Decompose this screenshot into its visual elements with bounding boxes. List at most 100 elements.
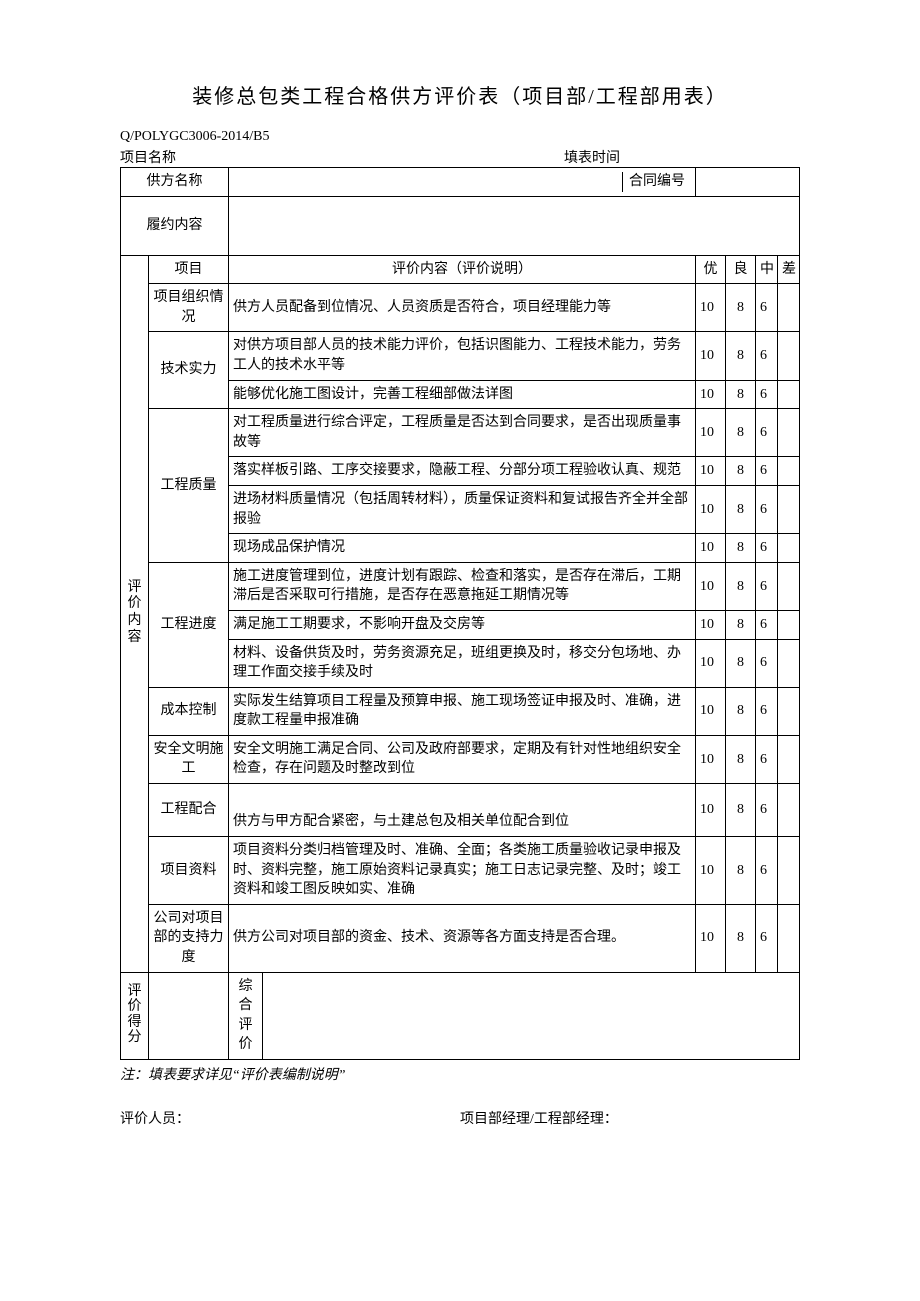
score-a[interactable]: 10 — [696, 687, 726, 735]
comprehensive-value[interactable] — [263, 972, 800, 1059]
score-d[interactable] — [778, 457, 800, 486]
col-good: 良 — [726, 255, 756, 284]
score-a[interactable]: 10 — [696, 784, 726, 837]
score-b[interactable]: 8 — [726, 837, 756, 905]
score-c[interactable]: 6 — [756, 735, 778, 783]
table-row: 公司对项目部的支持力度 供方公司对项目部的资金、技术、资源等各方面支持是否合理。… — [121, 904, 800, 972]
item-cell: 工程进度 — [149, 562, 229, 687]
score-a[interactable]: 10 — [696, 332, 726, 380]
performance-value[interactable] — [229, 196, 800, 255]
score-b[interactable]: 8 — [726, 784, 756, 837]
score-d[interactable] — [778, 380, 800, 409]
item-cell: 工程质量 — [149, 409, 229, 563]
score-b[interactable]: 8 — [726, 562, 756, 610]
score-d[interactable] — [778, 284, 800, 332]
score-b[interactable]: 8 — [726, 485, 756, 533]
score-b[interactable]: 8 — [726, 735, 756, 783]
score-d[interactable] — [778, 687, 800, 735]
meta-row: 项目名称 填表时间 — [120, 147, 800, 167]
score-a[interactable]: 10 — [696, 562, 726, 610]
score-b[interactable]: 8 — [726, 639, 756, 687]
score-c[interactable]: 6 — [756, 562, 778, 610]
col-content: 评价内容（评价说明） — [229, 255, 696, 284]
item-cell: 成本控制 — [149, 687, 229, 735]
score-value[interactable] — [149, 972, 229, 1059]
content-cell: 安全文明施工满足合同、公司及政府部要求，定期及有针对性地组织安全检查，存在问题及… — [229, 735, 696, 783]
score-d[interactable] — [778, 784, 800, 837]
score-a[interactable]: 10 — [696, 837, 726, 905]
score-b[interactable]: 8 — [726, 284, 756, 332]
score-a[interactable]: 10 — [696, 904, 726, 972]
table-row: 工程配合 供方与甲方配合紧密，与土建总包及相关单位配合到位 10 8 6 — [121, 784, 800, 837]
score-c[interactable]: 6 — [756, 485, 778, 533]
score-a[interactable]: 10 — [696, 380, 726, 409]
score-b[interactable]: 8 — [726, 687, 756, 735]
score-d[interactable] — [778, 534, 800, 563]
column-header-row: 评价内容 项目 评价内容（评价说明） 优 良 中 差 — [121, 255, 800, 284]
col-mid: 中 — [756, 255, 778, 284]
content-cell: 供方与甲方配合紧密，与土建总包及相关单位配合到位 — [229, 784, 696, 837]
item-cell: 技术实力 — [149, 332, 229, 409]
score-a[interactable]: 10 — [696, 639, 726, 687]
fill-time-label: 填表时间 — [564, 147, 620, 167]
score-b[interactable]: 8 — [726, 380, 756, 409]
score-d[interactable] — [778, 485, 800, 533]
score-c[interactable]: 6 — [756, 610, 778, 639]
table-row: 技术实力 对供方项目部人员的技术能力评价，包括识图能力、工程技术能力，劳务工人的… — [121, 332, 800, 380]
score-b[interactable]: 8 — [726, 332, 756, 380]
score-d[interactable] — [778, 409, 800, 457]
content-cell: 现场成品保护情况 — [229, 534, 696, 563]
performance-row: 履约内容 — [121, 196, 800, 255]
score-b[interactable]: 8 — [726, 409, 756, 457]
score-a[interactable]: 10 — [696, 485, 726, 533]
score-d[interactable] — [778, 904, 800, 972]
col-item: 项目 — [149, 255, 229, 284]
score-d[interactable] — [778, 332, 800, 380]
score-b[interactable]: 8 — [726, 610, 756, 639]
table-row: 项目组织情况 供方人员配备到位情况、人员资质是否符合，项目经理能力等 10 8 … — [121, 284, 800, 332]
score-a[interactable]: 10 — [696, 735, 726, 783]
score-d[interactable] — [778, 610, 800, 639]
score-c[interactable]: 6 — [756, 457, 778, 486]
score-c[interactable]: 6 — [756, 784, 778, 837]
content-cell: 施工进度管理到位，进度计划有跟踪、检查和落实，是否存在滞后，工期滞后是否采取可行… — [229, 562, 696, 610]
contract-no-value[interactable] — [696, 168, 800, 197]
score-c[interactable]: 6 — [756, 904, 778, 972]
side-eval-content: 评价内容 — [121, 255, 149, 972]
score-a[interactable]: 10 — [696, 409, 726, 457]
table-row: 项目资料 项目资料分类归档管理及时、准确、全面；各类施工质量验收记录申报及时、资… — [121, 837, 800, 905]
content-cell: 对供方项目部人员的技术能力评价，包括识图能力、工程技术能力，劳务工人的技术水平等 — [229, 332, 696, 380]
score-d[interactable] — [778, 639, 800, 687]
score-c[interactable]: 6 — [756, 332, 778, 380]
score-a[interactable]: 10 — [696, 284, 726, 332]
score-d[interactable] — [778, 562, 800, 610]
score-c[interactable]: 6 — [756, 837, 778, 905]
supplier-name-value[interactable]: 合同编号 — [229, 168, 696, 197]
score-b[interactable]: 8 — [726, 457, 756, 486]
score-a[interactable]: 10 — [696, 610, 726, 639]
content-cell: 对工程质量进行综合评定，工程质量是否达到合同要求，是否出现质量事故等 — [229, 409, 696, 457]
score-c[interactable]: 6 — [756, 409, 778, 457]
item-cell: 公司对项目部的支持力度 — [149, 904, 229, 972]
score-c[interactable]: 6 — [756, 380, 778, 409]
content-cell: 能够优化施工图设计，完善工程细部做法详图 — [229, 380, 696, 409]
score-a[interactable]: 10 — [696, 457, 726, 486]
content-cell: 供方人员配备到位情况、人员资质是否符合，项目经理能力等 — [229, 284, 696, 332]
score-c[interactable]: 6 — [756, 639, 778, 687]
score-d[interactable] — [778, 735, 800, 783]
footnote: 注：填表要求详见“评价表编制说明” — [120, 1064, 800, 1084]
signature-row: 评价人员： 项目部经理/工程部经理： — [120, 1108, 800, 1128]
item-cell: 安全文明施工 — [149, 735, 229, 783]
score-a[interactable]: 10 — [696, 534, 726, 563]
performance-label: 履约内容 — [121, 196, 229, 255]
score-b[interactable]: 8 — [726, 904, 756, 972]
score-d[interactable] — [778, 837, 800, 905]
col-excellent: 优 — [696, 255, 726, 284]
score-c[interactable]: 6 — [756, 687, 778, 735]
score-c[interactable]: 6 — [756, 284, 778, 332]
page-title: 装修总包类工程合格供方评价表（项目部/工程部用表） — [120, 80, 800, 109]
manager-label: 项目部经理/工程部经理： — [460, 1108, 800, 1128]
score-c[interactable]: 6 — [756, 534, 778, 563]
score-b[interactable]: 8 — [726, 534, 756, 563]
item-cell: 项目组织情况 — [149, 284, 229, 332]
